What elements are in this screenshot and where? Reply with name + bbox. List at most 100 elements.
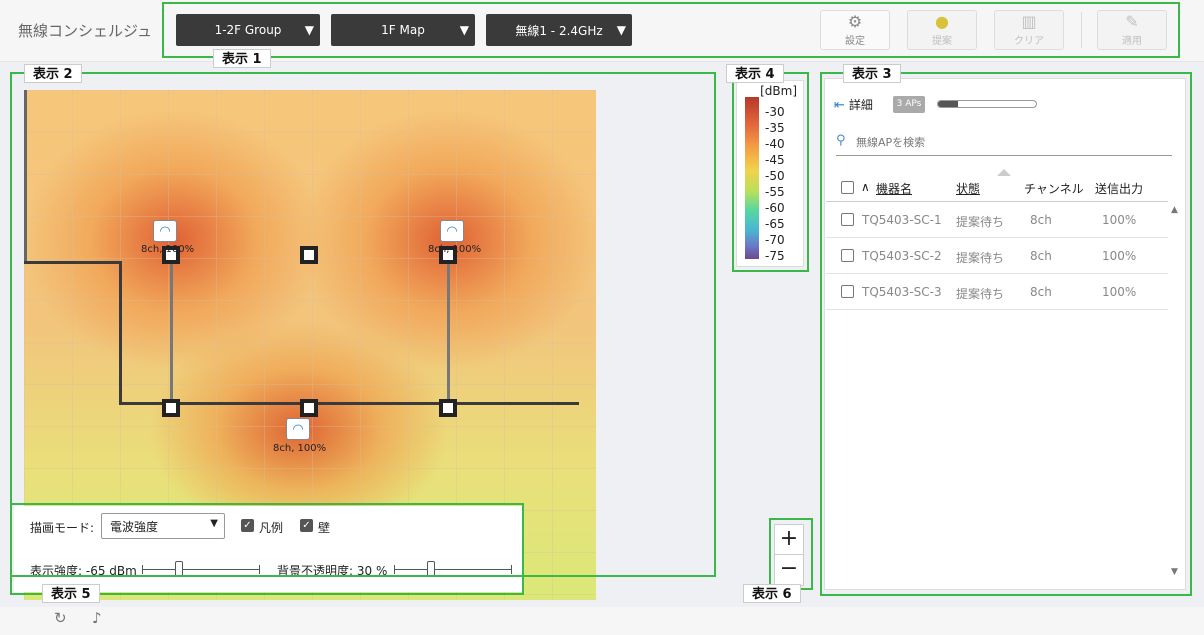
slider-thumb[interactable] <box>427 561 435 577</box>
callout-label-2: 表示 2 <box>24 64 82 83</box>
row-checkbox[interactable] <box>841 249 854 262</box>
access-point-marker[interactable]: ◠ <box>153 220 177 242</box>
suggest-button-label: 提案 <box>932 35 952 47</box>
legend-tick: -50 <box>765 169 785 183</box>
suggest-button[interactable]: ● 提案 <box>907 10 977 50</box>
strength-slider[interactable] <box>142 561 260 577</box>
column-power[interactable]: 送信出力 <box>1095 180 1143 197</box>
row-channel: 8ch <box>1030 213 1052 227</box>
callout-label-5: 表示 5 <box>42 584 100 603</box>
wall-segment <box>24 90 27 261</box>
callout-label-6: 表示 6 <box>743 584 801 603</box>
slider-tick <box>394 565 395 574</box>
row-status: 提案待ち <box>956 215 1005 229</box>
opacity-label: 背景不透明度: 30 % <box>277 564 388 578</box>
row-checkbox[interactable] <box>841 213 854 226</box>
group-select[interactable]: 1-2F Group ▼ <box>176 14 320 46</box>
ap-search-input[interactable] <box>856 132 1156 152</box>
legend-tick: -35 <box>765 121 785 135</box>
wifi-icon: ◠ <box>159 223 171 239</box>
row-status: 提案待ち <box>956 287 1005 301</box>
signal-legend: [dBm] -30 -35 -40 -45 -50 -55 -60 -65 -7… <box>736 80 804 267</box>
map-select-value: 1F Map <box>381 23 425 37</box>
table-row[interactable]: TQ5403-SC-1 提案待ち 8ch 100% <box>826 202 1168 238</box>
refresh-icon[interactable]: ↻ <box>54 609 67 627</box>
column-name[interactable]: 機器名 <box>876 180 912 197</box>
clear-button-label: クリア <box>1014 35 1044 47</box>
row-status: 提案待ち <box>956 251 1005 265</box>
row-channel: 8ch <box>1030 285 1052 299</box>
callout-label-1: 表示 1 <box>213 49 271 68</box>
access-point-marker[interactable]: ◠ <box>440 220 464 242</box>
strength-label: 表示強度: -65 dBm <box>30 564 137 578</box>
select-all-checkbox[interactable] <box>841 181 854 194</box>
row-name: TQ5403-SC-1 <box>862 213 942 227</box>
sort-indicator[interactable]: ∧ <box>861 180 870 194</box>
map-select[interactable]: 1F Map ▼ <box>331 14 475 46</box>
wall-node[interactable] <box>162 399 180 417</box>
wall-checkbox[interactable]: ✓ <box>300 519 313 532</box>
ap-search: ⚲ <box>836 130 1172 156</box>
wall-node[interactable] <box>300 246 318 264</box>
settings-button[interactable]: ⚙ 設定 <box>820 10 890 50</box>
legend-tick: -55 <box>765 185 785 199</box>
legend-checkbox-label: 凡例 <box>259 521 284 535</box>
detail-toggle-button[interactable]: ⇤ 詳細 <box>834 96 873 113</box>
apply-button[interactable]: ✎ 適用 <box>1097 10 1167 50</box>
scroll-down-arrow[interactable]: ▼ <box>1171 567 1178 577</box>
wifi-icon: ◠ <box>446 223 458 239</box>
legend-color-bar <box>745 97 759 259</box>
clear-button[interactable]: ▥ クリア <box>994 10 1064 50</box>
column-status[interactable]: 状態 <box>956 180 980 197</box>
slider-tick <box>142 565 143 574</box>
search-icon: ⚲ <box>836 133 846 148</box>
chevron-down-icon: ▼ <box>459 23 469 37</box>
settings-button-label: 設定 <box>845 35 865 47</box>
status-bar <box>0 607 1204 635</box>
wall-segment <box>119 402 579 405</box>
scroll-up-arrow[interactable]: ▲ <box>1171 205 1178 215</box>
detail-toggle-label: 詳細 <box>848 98 873 112</box>
chevron-down-icon: ▼ <box>616 23 626 37</box>
table-row[interactable]: TQ5403-SC-3 提案待ち 8ch 100% <box>826 274 1168 310</box>
access-point-marker[interactable]: ◠ <box>286 418 310 440</box>
collapse-arrow-icon: ⇤ <box>834 98 845 113</box>
wrench-icon: ✎ <box>1125 11 1139 31</box>
legend-checkbox[interactable]: ✓ <box>241 519 254 532</box>
panel-caret <box>997 169 1011 176</box>
row-power: 100% <box>1102 249 1137 263</box>
trash-icon: ▥ <box>1021 11 1037 31</box>
zoom-in-button[interactable]: + <box>775 525 803 555</box>
legend-tick: -45 <box>765 153 785 167</box>
chevron-down-icon: ▼ <box>210 518 218 529</box>
column-channel[interactable]: チャンネル <box>1024 180 1084 197</box>
wall-node[interactable] <box>439 399 457 417</box>
group-select-value: 1-2F Group <box>214 23 282 37</box>
wall-segment <box>119 261 122 404</box>
apply-button-label: 適用 <box>1122 35 1142 47</box>
wall-node[interactable] <box>300 399 318 417</box>
legend-tick: -65 <box>765 217 785 231</box>
table-row[interactable]: TQ5403-SC-2 提案待ち 8ch 100% <box>826 238 1168 274</box>
access-point-label: 8ch, 100% <box>428 244 482 255</box>
wall-segment <box>447 260 450 408</box>
band-select[interactable]: 無線1 - 2.4GHz ▼ <box>486 14 632 46</box>
progress-bar <box>937 100 1037 108</box>
lightbulb-icon: ● <box>935 11 949 31</box>
mode-select[interactable]: 電波強度 ▼ <box>101 513 225 539</box>
bell-icon[interactable]: ♪ <box>92 609 102 627</box>
row-checkbox[interactable] <box>841 285 854 298</box>
slider-track <box>394 569 512 570</box>
row-power: 100% <box>1102 213 1137 227</box>
legend-unit: [dBm] <box>760 84 797 98</box>
opacity-slider[interactable] <box>394 561 512 577</box>
legend-tick: -40 <box>765 137 785 151</box>
slider-thumb[interactable] <box>175 561 183 577</box>
wall-checkbox-label: 壁 <box>318 521 331 535</box>
ap-count-badge: 3 APs <box>893 96 925 113</box>
zoom-out-button[interactable]: − <box>775 555 803 585</box>
slider-track <box>142 569 260 570</box>
slider-tick <box>511 565 512 574</box>
access-point-label: 8ch, 100% <box>141 244 195 255</box>
mode-label: 描画モード: <box>30 521 95 535</box>
